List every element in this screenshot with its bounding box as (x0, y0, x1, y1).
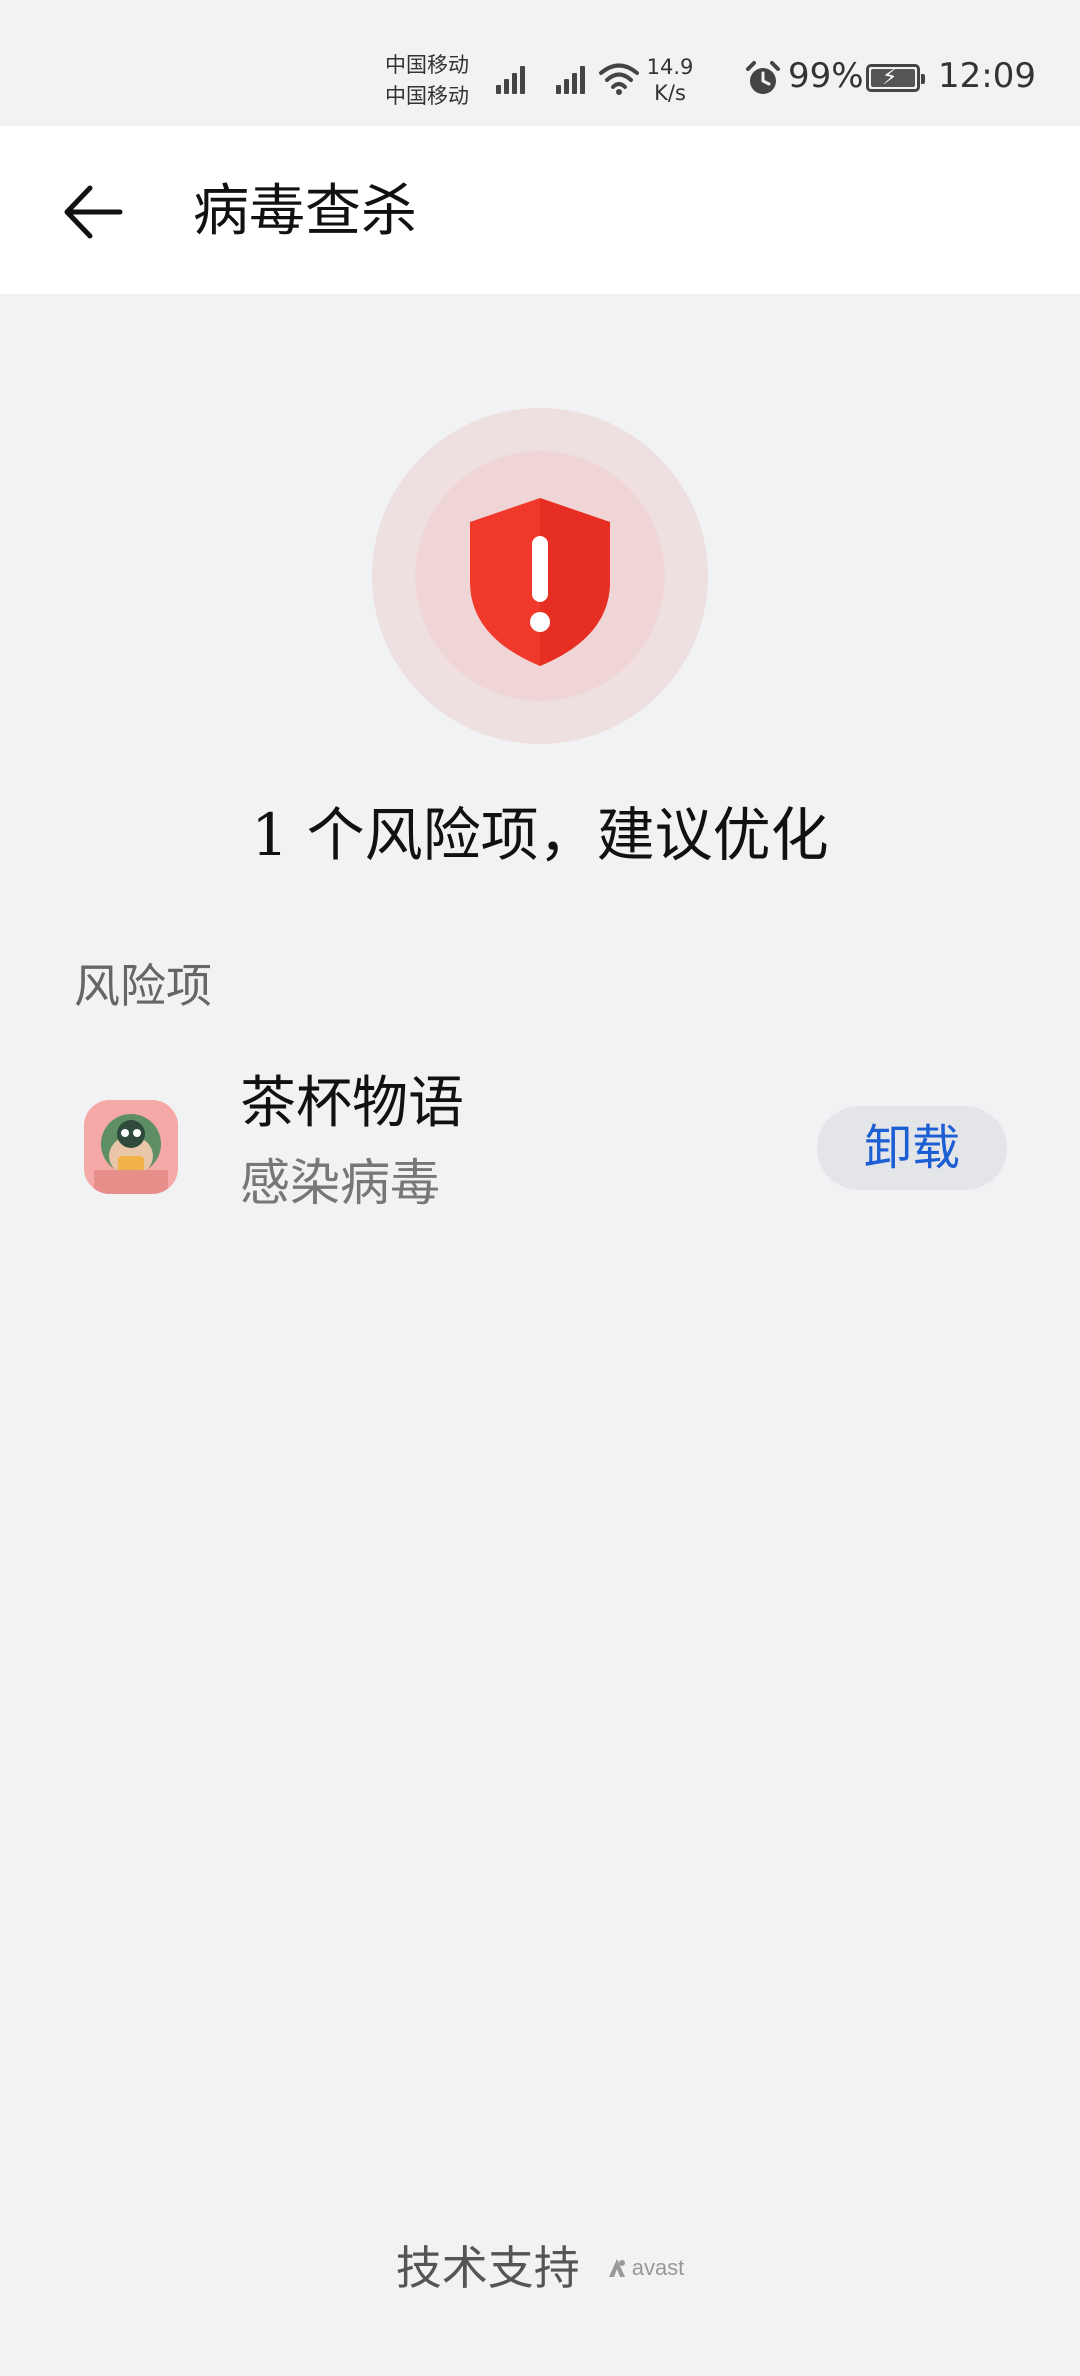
footer: 技术支持 avast (0, 2236, 1080, 2306)
risk-status-graphic (372, 408, 708, 744)
app-icon (84, 1100, 178, 1194)
uninstall-button[interactable]: 卸载 (817, 1106, 1007, 1190)
page-title: 病毒查杀 (193, 179, 417, 244)
avast-logo: avast (606, 2255, 685, 2281)
carrier-label-1: 中国移动 (385, 53, 469, 77)
network-speed-unit: K/s (654, 81, 686, 105)
carrier-info: 中国移动 中国移动 (385, 50, 469, 112)
shield-alert-icon (470, 498, 610, 666)
status-bar: 中国移动 中国移动 14.9 K/s 99% ⚡ 12:09 (0, 0, 1080, 126)
app-bar: 病毒查杀 (0, 126, 1080, 294)
signal-icon (494, 60, 530, 94)
back-arrow-icon (64, 185, 123, 239)
section-label-risk-items: 风险项 (74, 959, 212, 1013)
network-speed-value: 14.9 (646, 55, 694, 79)
tech-support-label: 技术支持 (395, 2241, 580, 2295)
network-speed: 14.9 K/s (644, 54, 696, 106)
carrier-label-2: 中国移动 (385, 84, 469, 108)
avast-brand-text: avast (631, 2255, 685, 2280)
app-risk-status: 感染病毒 (240, 1154, 440, 1212)
status-time: 12:09 (938, 56, 1036, 96)
avast-logo-icon (608, 2259, 625, 2277)
back-button[interactable] (60, 176, 150, 246)
battery-percent: 99% (788, 56, 864, 96)
battery-charging-icon: ⚡ (866, 64, 925, 92)
alarm-icon (746, 61, 780, 94)
wifi-icon (599, 63, 639, 95)
list-item: 茶杯物语 感染病毒 卸载 (0, 1060, 1080, 1240)
signal-icon (554, 60, 590, 94)
app-name: 茶杯物语 (240, 1071, 464, 1136)
risk-summary-text: 1 个风险项，建议优化 (251, 801, 829, 869)
